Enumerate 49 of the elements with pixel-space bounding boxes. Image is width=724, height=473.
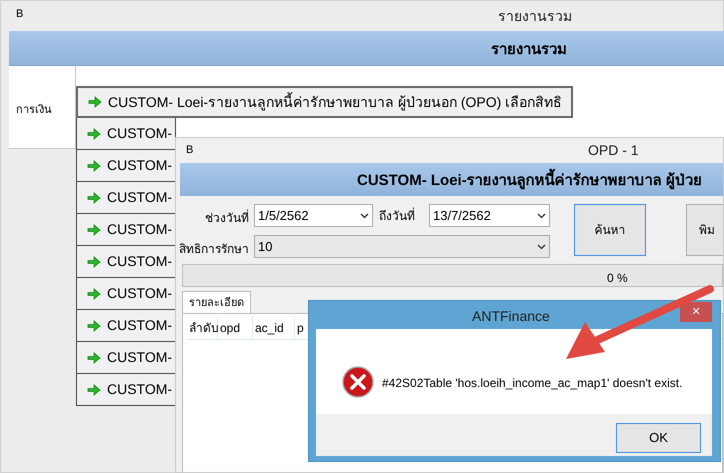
ok-button[interactable]: OK xyxy=(616,423,701,453)
arrow-icon xyxy=(87,192,101,204)
column-header[interactable]: ลำดับ xyxy=(187,316,218,339)
report-item[interactable]: CUSTOM- xyxy=(76,118,176,150)
report-heading: CUSTOM- Loei-รายงานลูกหนี้ค่ารักษาพยาบาล ผู้ป่วย xyxy=(357,170,702,192)
report-item[interactable]: CUSTOM- xyxy=(76,246,176,278)
chevron-icon xyxy=(537,212,546,218)
column-header[interactable]: opd xyxy=(218,316,253,339)
field-label: ถึงวันที่ xyxy=(379,207,415,225)
dialog-title: ANTFinance xyxy=(472,307,550,326)
report-item[interactable]: CUSTOM- xyxy=(76,278,176,310)
arrow-icon xyxy=(88,96,102,108)
field-label: สิทธิการรักษา xyxy=(179,241,249,258)
arrow-icon xyxy=(87,384,101,396)
chevron-icon xyxy=(537,244,546,250)
arrow-icon xyxy=(87,288,101,300)
search-button[interactable]: ค้นหา xyxy=(574,204,646,256)
window-icon: B xyxy=(186,142,194,158)
report-item[interactable]: CUSTOM- xyxy=(76,150,176,182)
report-item[interactable]: CUSTOM- Loei-รายงานลูกหนี้ค่ารักษาพยาบาล ผู้ป่วยนอก (OPO) เลือกสิทธิ xyxy=(76,86,573,118)
report-item[interactable]: CUSTOM- xyxy=(76,182,176,214)
report-item[interactable]: CUSTOM- xyxy=(76,374,176,406)
window-icon: B xyxy=(16,6,24,22)
arrow-icon xyxy=(87,256,101,268)
report-item[interactable]: CUSTOM- xyxy=(76,310,176,342)
arrow-icon xyxy=(87,128,101,140)
print-button[interactable]: พิม xyxy=(686,204,723,256)
report-item[interactable]: CUSTOM- xyxy=(76,342,176,374)
field-label: ช่วงวันที่ xyxy=(205,209,249,227)
close-button[interactable]: ✕ xyxy=(680,302,712,322)
date-dropdown[interactable]: 13/7/2562 xyxy=(429,204,550,227)
column-header[interactable]: ac_id xyxy=(253,316,295,339)
arrow-icon xyxy=(87,352,101,364)
window-title: รายงานรวม xyxy=(498,7,572,26)
tab[interactable]: รายละเอียด xyxy=(182,291,251,314)
category-label: การเงิน xyxy=(16,103,52,118)
window-title: OPD - 1 xyxy=(588,141,639,160)
error-message: #42S02Table 'hos.loeih_income_ac_map1' doesn't exist. xyxy=(382,375,682,392)
error-icon xyxy=(342,366,374,398)
arrow-icon xyxy=(87,224,101,236)
progress-text: 0 % xyxy=(607,270,628,287)
report-item[interactable]: CUSTOM- xyxy=(76,214,176,246)
header-title: รายงานรวม xyxy=(491,40,567,60)
arrow-icon xyxy=(87,320,101,332)
category-tab[interactable]: การเงิน xyxy=(9,66,76,149)
chevron-icon xyxy=(360,212,369,218)
date-dropdown[interactable]: 1/5/2562 xyxy=(254,204,373,227)
rights-dropdown[interactable]: 10 xyxy=(254,235,550,258)
arrow-icon xyxy=(87,160,101,172)
